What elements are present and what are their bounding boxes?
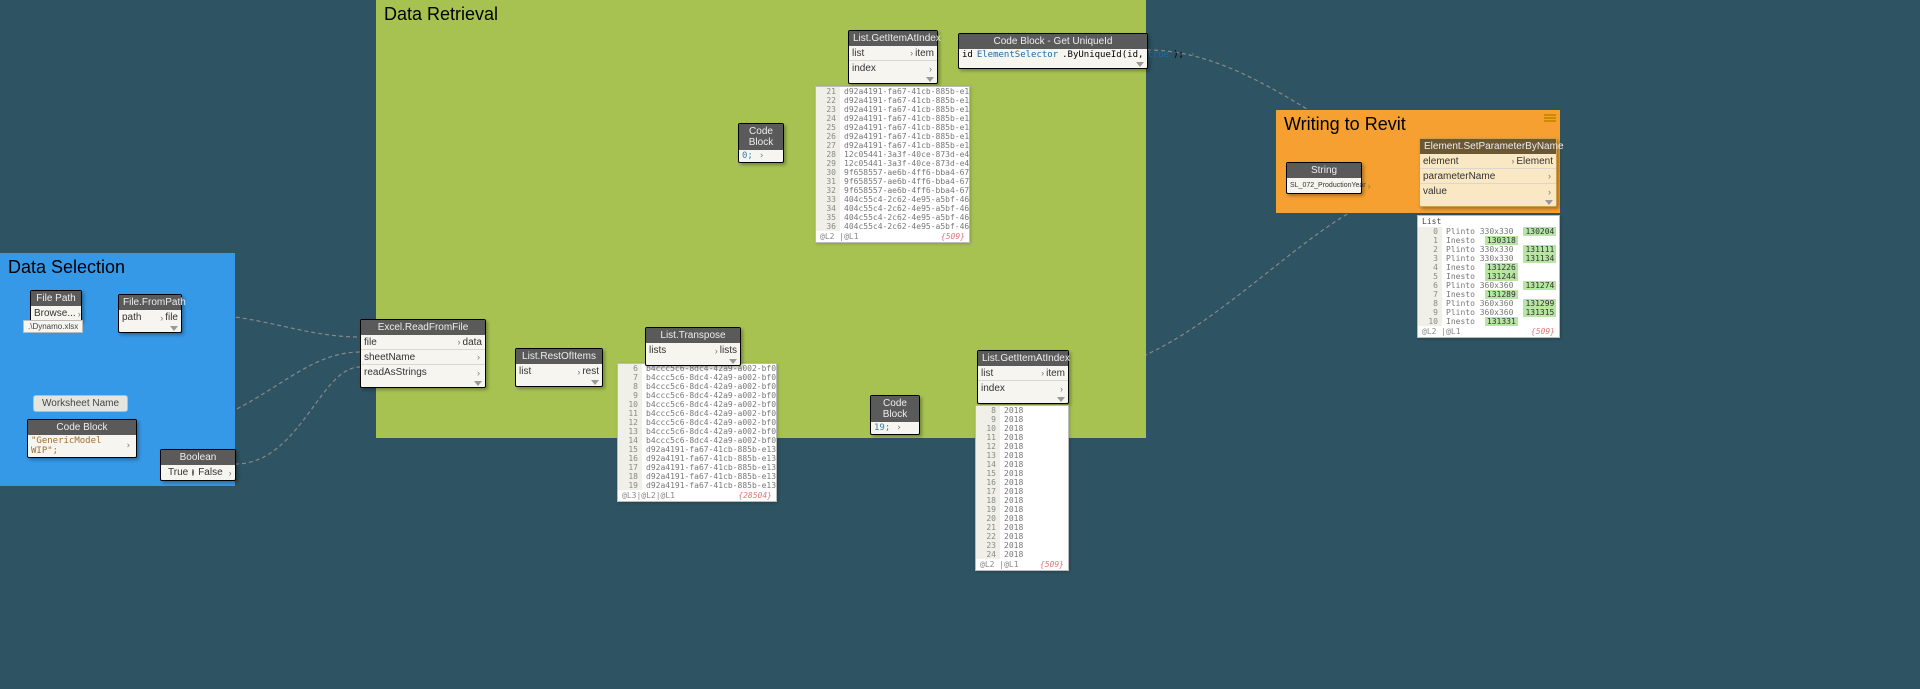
node-title: File.FromPath <box>119 295 181 310</box>
preview-years: 8201892018102018112018122018132018142018… <box>975 405 1069 571</box>
node-title: Code Block - Get UniqueId <box>959 34 1147 49</box>
port-lists-out[interactable]: lists <box>720 345 737 356</box>
menu-icon[interactable] <box>1544 114 1556 124</box>
code-text[interactable]: "GenericModel WIP"; <box>31 436 120 456</box>
preview-uid: 21d92a4191-fa67-41cb-885b-e138609822d92a… <box>815 86 970 243</box>
node-set-parameter[interactable]: Element.SetParameterByName element›Eleme… <box>1419 138 1557 207</box>
levels-label: @L3|@L2|@L1 <box>622 491 675 500</box>
port-index[interactable]: index <box>852 63 927 74</box>
count-label: {509} <box>941 232 965 241</box>
group-title: Writing to Revit <box>1276 110 1560 141</box>
radio-true-label: True <box>168 467 188 478</box>
node-boolean[interactable]: Boolean True False › <box>160 449 236 481</box>
browse-button[interactable]: Browse... <box>34 308 76 319</box>
levels-label: @L2 |@L1 <box>1422 327 1461 336</box>
string-value[interactable]: SL_072_ProductionYear <box>1290 182 1366 189</box>
code-id: id <box>962 50 973 60</box>
code-class: ElementSelector <box>977 50 1058 60</box>
port-sheetname[interactable]: sheetName <box>364 352 475 363</box>
chevron-icon: › <box>76 309 83 319</box>
radio-false-label: False <box>198 467 222 478</box>
port-rest[interactable]: rest <box>582 366 599 377</box>
node-get-item-b[interactable]: List.GetItemAtIndex list›item index› <box>977 350 1069 404</box>
port-file[interactable]: file <box>364 337 456 348</box>
node-title: List.GetItemAtIndex <box>978 351 1068 366</box>
port-parametername[interactable]: parameterName <box>1423 171 1546 182</box>
code-text[interactable]: 19; <box>874 423 890 433</box>
node-get-item-a[interactable]: List.GetItemAtIndex list›item index› <box>848 30 938 84</box>
preview-rest: 6b4ccc5c6-8dc4-42a9-a002-bf0cca17b4ccc5c… <box>617 363 777 502</box>
expand-icon[interactable] <box>1545 200 1553 205</box>
expand-icon[interactable] <box>926 77 934 82</box>
node-title: File Path <box>31 291 81 306</box>
count-label: {509} <box>1040 560 1064 569</box>
code-text[interactable]: 0; <box>742 151 753 161</box>
count-label: {509} <box>1531 327 1555 336</box>
port-item[interactable]: item <box>915 48 934 59</box>
node-title: Element.SetParameterByName <box>1420 139 1556 154</box>
port-item[interactable]: item <box>1046 368 1065 379</box>
node-title: Code Block <box>871 396 919 422</box>
expand-icon[interactable] <box>170 326 178 331</box>
node-title: List.Transpose <box>646 328 740 343</box>
port-file[interactable]: file <box>165 312 178 323</box>
node-codeblock-0[interactable]: Code Block 0;› <box>738 123 784 163</box>
port-element[interactable]: element <box>1423 156 1509 167</box>
node-codeblock-19[interactable]: Code Block 19;› <box>870 395 920 435</box>
node-title: Excel.ReadFromFile <box>361 320 485 335</box>
node-file-from-path[interactable]: File.FromPath path›file <box>118 294 182 333</box>
levels-label: @L2 |@L1 <box>980 560 1019 569</box>
node-excel-read[interactable]: Excel.ReadFromFile file›data sheetName› … <box>360 319 486 388</box>
node-title: Code Block <box>739 124 783 150</box>
count-label: {28504} <box>738 491 772 500</box>
list-header: List <box>1418 216 1559 227</box>
node-title: String <box>1287 163 1361 178</box>
node-list-transpose[interactable]: List.Transpose lists›lists <box>645 327 741 366</box>
node-title: Code Block <box>28 420 136 435</box>
port-list[interactable]: list <box>519 366 575 377</box>
node-codeblock-ws[interactable]: Code Block "GenericModel WIP";› <box>27 419 137 458</box>
expand-icon[interactable] <box>474 381 482 386</box>
group-title: Data Retrieval <box>376 0 1146 31</box>
port-element-out[interactable]: Element <box>1516 156 1553 167</box>
expand-icon[interactable] <box>1136 62 1144 67</box>
node-title: List.GetItemAtIndex <box>849 31 937 46</box>
code-arg: true <box>1147 50 1169 60</box>
worksheet-name-note: Worksheet Name <box>33 395 128 412</box>
code-call: .ByUniqueId(id, <box>1062 50 1143 60</box>
file-path-value: .\Dynamo.xlsx <box>23 320 83 333</box>
expand-icon[interactable] <box>591 380 599 385</box>
preview-setparam: List 0Plinto 330x3301302041Inesto1303182… <box>1417 215 1560 338</box>
port-readasstrings[interactable]: readAsStrings <box>364 367 475 378</box>
port-list[interactable]: list <box>981 368 1039 379</box>
port-lists-in[interactable]: lists <box>649 345 713 356</box>
port-index[interactable]: index <box>981 383 1058 394</box>
expand-icon[interactable] <box>729 359 737 364</box>
node-title: List.RestOfItems <box>516 349 602 364</box>
port-path[interactable]: path <box>122 312 158 323</box>
node-file-path[interactable]: File Path Browse...› <box>30 290 82 322</box>
port-value[interactable]: value <box>1423 186 1546 197</box>
levels-label: @L2 |@L1 <box>820 232 859 241</box>
group-title: Data Selection <box>0 253 235 284</box>
port-list[interactable]: list <box>852 48 908 59</box>
code-end: ); <box>1173 50 1184 60</box>
node-codeblock-uniqueid[interactable]: Code Block - Get UniqueId id ElementSele… <box>958 33 1148 69</box>
node-list-rest[interactable]: List.RestOfItems list›rest <box>515 348 603 387</box>
radio-false-icon[interactable] <box>192 469 194 476</box>
node-string[interactable]: String SL_072_ProductionYear› <box>1286 162 1362 194</box>
port-data[interactable]: data <box>463 337 482 348</box>
node-title: Boolean <box>161 450 235 465</box>
expand-icon[interactable] <box>1057 397 1065 402</box>
